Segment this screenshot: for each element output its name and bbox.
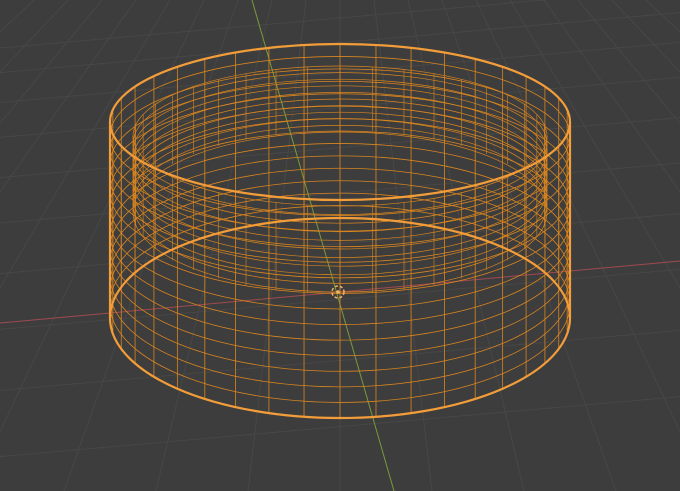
grid-line [509, 0, 680, 289]
3d-viewport[interactable] [0, 0, 680, 491]
grid-line [155, 0, 273, 491]
grid-line [0, 0, 137, 193]
grid-line [645, 0, 680, 33]
cylinder-mesh[interactable] [108, 42, 572, 420]
grid-line [441, 0, 617, 491]
grid-line [407, 0, 525, 491]
grid-line [577, 0, 680, 125]
grid-line [611, 0, 680, 73]
grid-line [63, 0, 239, 491]
grid-line [0, 0, 35, 33]
grid-line [0, 0, 69, 73]
grid-line [0, 0, 103, 125]
viewport-canvas[interactable] [0, 0, 680, 491]
origin-dot [336, 290, 340, 294]
grid-line [0, 0, 171, 289]
grid-line [543, 0, 680, 193]
